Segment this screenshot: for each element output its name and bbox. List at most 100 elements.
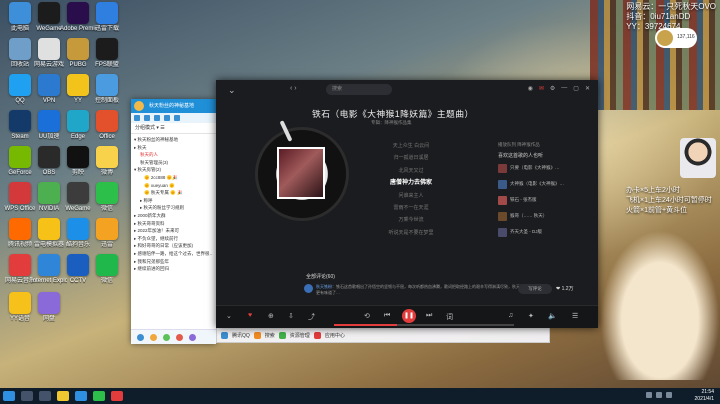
- qq-group-mode-toolbar[interactable]: 分组模式 ▾ ☰: [131, 123, 216, 134]
- avatar[interactable]: [304, 284, 313, 293]
- strip-search-label[interactable]: 搜索: [265, 332, 275, 339]
- share-icon[interactable]: ⤴: [308, 312, 315, 322]
- qq-group-row[interactable]: 🌞 秋天专属 🌞 🎉: [134, 189, 213, 197]
- qq-group-row[interactable]: ▸ 秋天哥哥资料: [134, 220, 213, 228]
- qq-group-row[interactable]: 秋天的人: [134, 151, 213, 159]
- playback-bar: ⌄ ♥ ⊕ ⇩ ⤴ ⟲ ⏮ ❚❚ ⏭ 词 ♫ ✦ 🔈 ☰: [216, 305, 598, 328]
- app-icon: [9, 2, 31, 24]
- effects-icon[interactable]: ✦: [528, 312, 534, 320]
- like-count[interactable]: ❤ 1.2万: [556, 285, 574, 292]
- chevron-down-icon[interactable]: ⌄: [226, 312, 232, 320]
- close-icon[interactable]: ✕: [585, 85, 590, 92]
- similar-song-title: 只要（电影《大神猴》…: [510, 165, 560, 170]
- lyric-icon[interactable]: 词: [446, 312, 453, 322]
- mail-icon[interactable]: [176, 333, 183, 341]
- group-icon[interactable]: [154, 115, 160, 121]
- user-icon[interactable]: ◉: [528, 85, 533, 92]
- chat-icon[interactable]: [134, 115, 140, 121]
- desktop-icon[interactable]: 控制面板: [89, 74, 125, 105]
- qq-group-row[interactable]: ▸ 2022年加油！未来可: [134, 227, 213, 235]
- search-input[interactable]: 搜索: [326, 84, 392, 95]
- collapse-chevron-icon[interactable]: ⌄: [228, 85, 236, 96]
- collect-icon[interactable]: ⊕: [268, 312, 274, 320]
- qq-group-row[interactable]: ▾ 秋天粉丝的神秘基地: [134, 136, 213, 144]
- desktop-icon[interactable]: 迅雷下载: [89, 2, 125, 33]
- desktop-icon[interactable]: 迅雷: [89, 218, 125, 249]
- qq-group-row[interactable]: ▸ 和好哥哥的日常（应该更加): [134, 242, 213, 250]
- folder-icon[interactable]: [57, 391, 69, 401]
- desktop-icon-label: 控制面板: [94, 98, 119, 104]
- next-icon[interactable]: ⏭: [426, 312, 432, 320]
- desktop-icon[interactable]: 微信: [89, 182, 125, 213]
- progress-bar[interactable]: [334, 324, 514, 326]
- qq-group-row[interactable]: ▸ 我和兄弟那些年: [134, 258, 213, 266]
- start-icon[interactable]: [3, 391, 15, 401]
- desktop-icon-label: 网盘: [42, 316, 55, 322]
- desktop-icon[interactable]: 微信: [89, 254, 125, 285]
- desktop-icon[interactable]: FPS联盟: [89, 38, 125, 69]
- qq-title-bar[interactable]: 秋天粉丝的神秘基地: [131, 99, 216, 113]
- clock[interactable]: 21:54 2021/4/1: [695, 389, 714, 403]
- contacts-icon[interactable]: [144, 115, 150, 121]
- folder-icon[interactable]: [278, 331, 286, 339]
- song-thumbnail: [498, 195, 507, 205]
- strip-qq-label[interactable]: 腾讯QQ: [232, 332, 250, 339]
- qq-group-row[interactable]: ▸ 继续前进的回归: [134, 265, 213, 273]
- apps-icon[interactable]: [313, 331, 321, 339]
- mail-icon[interactable]: ✉: [539, 85, 544, 92]
- space-icon[interactable]: [164, 115, 170, 121]
- task-view-icon[interactable]: [39, 391, 51, 401]
- qq-group-window[interactable]: 秋天粉丝的神秘基地 分组模式 ▾ ☰ ▾ 秋天粉丝的神秘基地 ▸ 秋天 秋天的人 秋天…: [131, 99, 216, 344]
- qq-group-row[interactable]: 🌞 2cc888 🌞🎉: [134, 174, 213, 182]
- qq-group-row[interactable]: ▸ 感谢陪伴一路，给这个过去，世界很…: [134, 250, 213, 258]
- input-method-icon[interactable]: [666, 392, 672, 398]
- similar-song-item[interactable]: 大神猴（电影《大神猴》…: [498, 179, 590, 189]
- menu-icon[interactable]: [137, 333, 144, 341]
- previous-icon[interactable]: ⏮: [384, 312, 390, 320]
- quality-icon[interactable]: ♫: [508, 312, 513, 319]
- pause-button[interactable]: ❚❚: [402, 309, 416, 323]
- apps-icon[interactable]: [189, 333, 196, 341]
- desktop-icon[interactable]: Office: [89, 110, 125, 141]
- similar-song-item[interactable]: 齐天大圣 - DJ版: [498, 227, 590, 237]
- qq-group-row[interactable]: ▸ 2000新年大群: [134, 212, 213, 220]
- wechat-icon[interactable]: [93, 391, 105, 401]
- file-icon[interactable]: [163, 333, 170, 341]
- nav-arrows-icon[interactable]: ‹ ›: [290, 85, 297, 92]
- volume-icon[interactable]: [656, 392, 662, 398]
- like-heart-icon[interactable]: ♥: [248, 312, 252, 319]
- loop-icon[interactable]: ⟲: [364, 312, 370, 320]
- desktop-icon[interactable]: 微博: [89, 146, 125, 177]
- game-icon[interactable]: [150, 333, 157, 341]
- qq-icon[interactable]: [221, 331, 228, 339]
- download-icon[interactable]: ⇩: [288, 312, 294, 320]
- similar-song-item[interactable]: 只要（电影《大神猴》…: [498, 163, 590, 173]
- search-icon[interactable]: [21, 391, 33, 401]
- maximize-icon[interactable]: ▢: [573, 85, 579, 92]
- similar-song-item[interactable]: 铁石 - 张杰版: [498, 195, 590, 205]
- comment-user[interactable]: 秋天铁粉: [316, 284, 332, 289]
- write-comment-button[interactable]: 写评论: [518, 284, 552, 294]
- volume-icon[interactable]: 🔈: [548, 312, 557, 320]
- qq-group-row[interactable]: ▸ 秋天: [134, 144, 213, 152]
- app-icon: [9, 38, 31, 60]
- qq-group-row[interactable]: ▸ 不负众望，继续前行: [134, 235, 213, 243]
- qq-icon[interactable]: [75, 391, 87, 401]
- similar-song-item[interactable]: 猴哥（…… 秋天）: [498, 211, 590, 221]
- search-icon[interactable]: [253, 331, 261, 339]
- qq-group-row[interactable]: 秋天管理员(3): [134, 159, 213, 167]
- qq-group-row[interactable]: ▸ 秋天的粉丝学习规则: [134, 204, 213, 212]
- more-icon[interactable]: [174, 115, 180, 121]
- strip-apps-label[interactable]: 应用中心: [325, 332, 345, 339]
- minimize-icon[interactable]: —: [561, 85, 567, 92]
- strip-files-label[interactable]: 资源管理: [290, 332, 310, 339]
- playlist-icon[interactable]: ☰: [572, 312, 578, 320]
- network-icon[interactable]: [646, 392, 652, 398]
- qq-group-row[interactable]: ▾ 秋天房管(2): [134, 166, 213, 174]
- qq-group-row[interactable]: ▸ 称呼: [134, 197, 213, 205]
- settings-icon[interactable]: ⚙: [550, 85, 555, 92]
- desktop-icon[interactable]: 网盘: [31, 292, 67, 323]
- music-player-window[interactable]: ⌄ ‹ › 搜索 ◉ ✉ ⚙ — ▢ ✕ 铁石（电影《大神猴1降妖篇》主题曲） …: [216, 80, 598, 328]
- netease-music-icon[interactable]: [111, 391, 123, 401]
- qq-group-row[interactable]: 🌞 xueyuan 🌞: [134, 182, 213, 190]
